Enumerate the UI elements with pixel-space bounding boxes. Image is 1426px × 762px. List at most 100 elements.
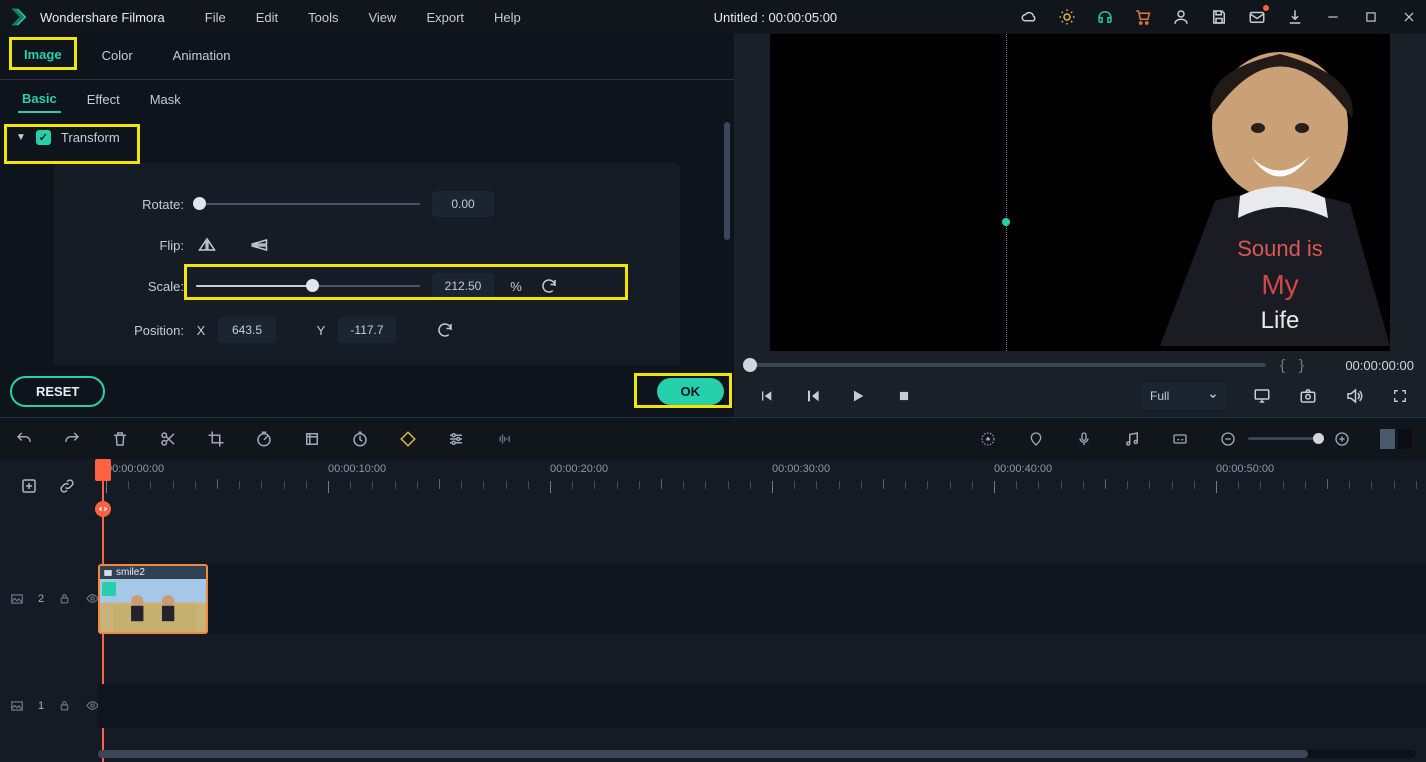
menu-file[interactable]: File [195,6,236,29]
fullscreen-icon[interactable] [1390,386,1410,406]
close-icon[interactable] [1400,8,1418,26]
preview-quality-select[interactable]: Full [1142,383,1226,409]
timeline-hscroll-thumb[interactable] [98,750,1308,758]
rotate-row: Rotate: 0.00 [114,191,620,217]
preview-scrub-thumb[interactable] [743,358,757,372]
scale-unit: % [506,279,526,294]
transform-header[interactable]: ▼ Transform [0,120,734,155]
delete-icon[interactable] [110,429,130,449]
monitor-icon[interactable] [1252,386,1272,406]
preview-scrub-track[interactable] [746,363,1266,367]
mark-out-icon[interactable]: } [1299,357,1304,374]
keyframe-icon[interactable] [398,429,418,449]
adjust-icon[interactable] [446,429,466,449]
pos-x-value[interactable]: 643.5 [218,317,276,343]
split-icon[interactable] [158,429,178,449]
speed-icon[interactable] [254,429,274,449]
rotate-value[interactable]: 0.00 [432,191,494,217]
reset-button[interactable]: RESET [10,376,105,407]
play-pause-icon[interactable] [802,386,822,406]
tab-color[interactable]: Color [94,45,141,68]
menu-help[interactable]: Help [484,6,531,29]
mail-icon[interactable] [1248,8,1266,26]
play-icon[interactable] [848,386,868,406]
crop-icon[interactable] [206,429,226,449]
scale-value[interactable]: 212.50 [432,273,494,299]
tracks: 2 smile2 [0,514,1426,746]
track-label-1: 1 [38,700,44,712]
volume-icon[interactable] [1344,386,1364,406]
transform-checkbox[interactable] [36,130,51,145]
redo-icon[interactable] [62,429,82,449]
minimize-icon[interactable] [1324,8,1342,26]
flip-vertical-icon[interactable] [248,235,270,255]
layout-toggle[interactable] [1380,429,1412,449]
stop-icon[interactable] [894,386,914,406]
tab-image[interactable]: Image [16,44,70,69]
position-reset-icon[interactable] [434,319,456,341]
add-track-icon[interactable] [20,477,40,497]
zoom-out-icon[interactable] [1218,429,1238,449]
freeze-icon[interactable] [302,429,322,449]
menu-export[interactable]: Export [416,6,474,29]
menu-tools[interactable]: Tools [298,6,348,29]
subtab-effect[interactable]: Effect [83,89,124,112]
user-icon[interactable] [1172,8,1190,26]
undo-icon[interactable] [14,429,34,449]
ok-button[interactable]: OK [657,378,725,405]
scale-reset-icon[interactable] [538,275,560,297]
maximize-icon[interactable] [1362,8,1380,26]
preview-canvas[interactable]: Sound is My Life [770,34,1390,351]
prev-frame-icon[interactable] [756,386,776,406]
rotate-slider[interactable] [196,196,420,212]
voiceover-icon[interactable] [1074,429,1094,449]
mark-in-icon[interactable]: { [1280,357,1285,374]
track-body-2[interactable]: smile2 [98,564,1426,634]
save-icon[interactable] [1210,8,1228,26]
panel-scrollbar[interactable] [724,122,730,240]
track-lock-2-icon[interactable] [58,592,71,607]
clip-name: smile2 [116,567,145,578]
headset-icon[interactable] [1096,8,1114,26]
zoom-in-icon[interactable] [1332,429,1352,449]
track-head-2: 2 [0,592,98,607]
collapse-triangle-icon[interactable]: ▼ [16,132,26,143]
anchor-handle[interactable] [1002,218,1010,226]
scale-slider[interactable] [196,278,420,294]
link-icon[interactable] [58,477,78,497]
sun-icon[interactable] [1058,8,1076,26]
subtab-basic[interactable]: Basic [18,88,61,113]
audio-waveform-icon[interactable] [494,429,514,449]
zoom-controls [1218,429,1352,449]
track-body-1[interactable] [98,684,1426,728]
track-lock-1-icon[interactable] [58,699,71,714]
zoom-slider[interactable] [1248,437,1322,440]
snapshot-icon[interactable] [1298,386,1318,406]
timeline-hscroll[interactable] [98,750,1416,758]
transform-label: Transform [61,130,120,145]
cart-icon[interactable] [1134,8,1152,26]
svg-text:Life: Life [1261,307,1300,334]
scale-row: Scale: 212.50 % [114,273,620,299]
tab-animation[interactable]: Animation [165,45,239,68]
subtab-mask[interactable]: Mask [146,89,185,112]
flip-horizontal-icon[interactable] [196,235,218,255]
menu-view[interactable]: View [358,6,406,29]
preview-scrub-bar: { } 00:00:00:00 [746,355,1414,375]
motiontrack-icon[interactable] [978,429,998,449]
download-icon[interactable] [1286,8,1304,26]
duration-icon[interactable] [350,429,370,449]
audiomix-icon[interactable] [1122,429,1142,449]
pos-y-value[interactable]: -117.7 [338,317,396,343]
menu-edit[interactable]: Edit [246,6,288,29]
rotate-label: Rotate: [114,197,184,212]
caption-icon[interactable] [1170,429,1190,449]
clip-smile2[interactable]: smile2 [98,564,208,634]
ruler-ticks[interactable]: 00:00:00:0000:00:10:0000:00:20:0000:00:3… [98,459,1426,514]
mark-icon[interactable] [1026,429,1046,449]
document-title: Untitled : 00:00:05:00 [541,10,1010,25]
svg-text:My: My [1261,269,1298,300]
cloud-icon[interactable] [1020,8,1038,26]
track-type-picture-icon [10,592,24,607]
flip-label: Flip: [114,238,184,253]
